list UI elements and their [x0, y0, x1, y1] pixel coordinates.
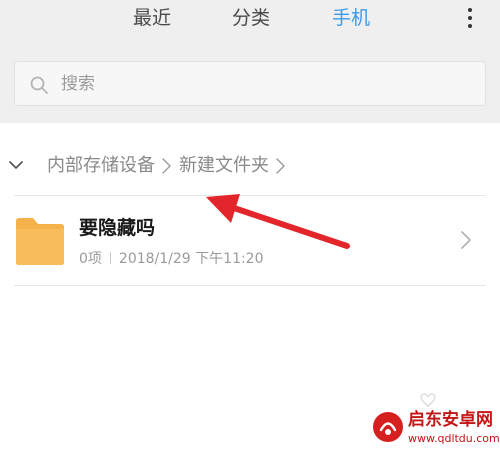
search-placeholder: 搜索 [61, 74, 95, 94]
folder-meta: 0项 2018/1/29 下午11:20 [79, 250, 264, 268]
watermark-logo-icon [373, 412, 403, 442]
folder-item-count: 0项 [79, 251, 102, 267]
top-tab-bar: 最近 分类 手机 [0, 0, 500, 47]
chevron-right-icon [162, 158, 171, 174]
divider [14, 285, 486, 286]
tab-recent[interactable]: 最近 [133, 6, 171, 30]
breadcrumb-item-new-folder[interactable]: 新建文件夹 [179, 154, 269, 178]
folder-name: 要隐藏吗 [79, 217, 156, 239]
meta-separator [109, 252, 111, 264]
search-icon [30, 76, 48, 94]
watermark-url: www.qdltdu.com [408, 432, 500, 445]
list-item-folder[interactable]: 要隐藏吗 0项 2018/1/29 下午11:20 [0, 196, 500, 285]
folder-modified-date: 2018/1/29 下午11:20 [118, 251, 264, 267]
breadcrumb: 内部存储设备 新建文件夹 [0, 137, 500, 195]
tab-category[interactable]: 分类 [232, 6, 270, 30]
tab-phone[interactable]: 手机 [332, 6, 370, 30]
chevron-right-icon [461, 231, 471, 249]
section-gap [0, 123, 500, 137]
folder-icon [16, 218, 64, 265]
chevron-right-icon [276, 158, 285, 174]
more-vertical-icon[interactable] [462, 5, 478, 31]
file-manager-screen: 最近 分类 手机 搜索 内部存储设备 新建文件夹 要隐藏吗 0项 2018/1/… [0, 0, 500, 450]
breadcrumb-item-internal-storage[interactable]: 内部存储设备 [47, 154, 155, 178]
watermark-title: 启东安卓网 [408, 410, 493, 430]
search-input[interactable]: 搜索 [14, 61, 486, 106]
watermark: 启东安卓网 www.qdltdu.com [372, 408, 500, 450]
chevron-down-icon[interactable] [8, 157, 24, 173]
heart-icon [420, 393, 436, 407]
search-area: 搜索 [0, 47, 500, 123]
